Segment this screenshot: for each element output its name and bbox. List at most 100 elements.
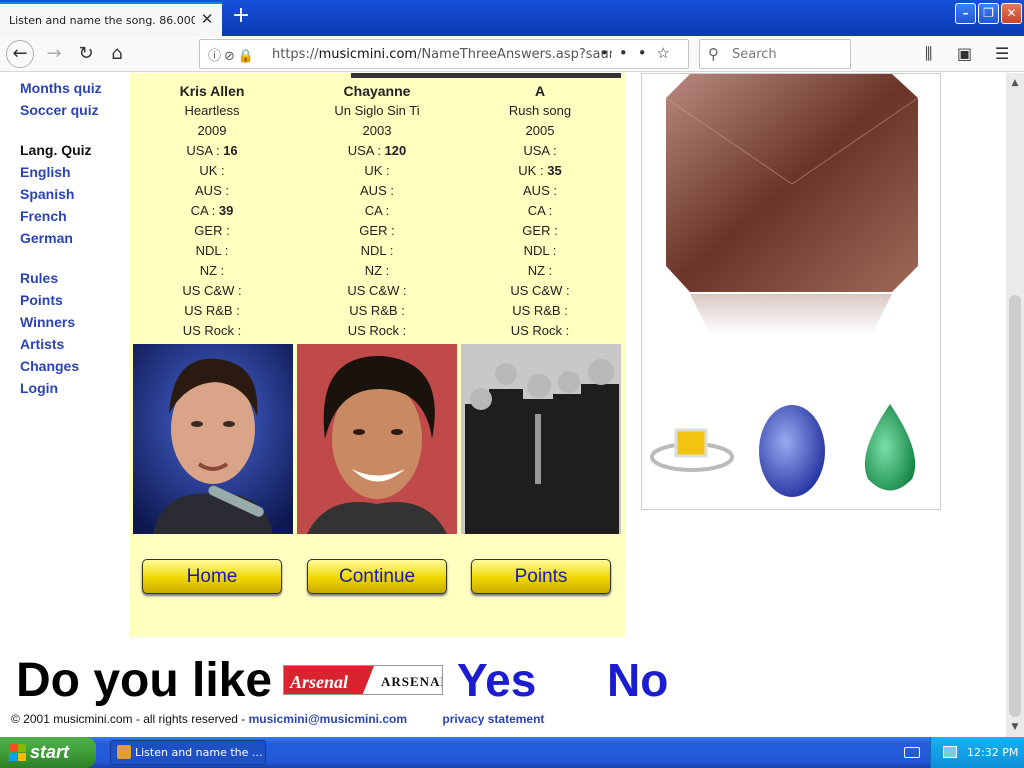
home-button[interactable]: Home [142,559,282,594]
chart-position-row: NZ : [132,261,292,281]
sidebar-item-login[interactable]: Login [20,380,58,396]
song-title: Heartless [184,103,240,118]
chart-position-row: US C&W : [460,281,620,301]
back-arrow-icon[interactable]: ← [6,40,34,68]
chart-position-row: AUS : [132,181,292,201]
yes-link[interactable]: Yes [457,653,536,707]
chart-label: US R&B : [512,303,568,318]
sidebar-item-changes[interactable]: Changes [20,358,79,374]
close-tab-icon[interactable]: ✕ [198,10,216,28]
reload-icon[interactable]: ↻ [72,40,100,68]
chart-position-row: USA : [460,141,620,161]
taskbar: start Listen and name the ... 12:32 PM [0,737,1024,768]
start-button[interactable]: start [0,737,96,768]
poll-question: Do you like [16,654,273,707]
chart-label: NZ : [527,263,553,278]
chart-position-row: USA : 120 [297,141,457,161]
sidebar-item-english[interactable]: English [20,164,71,180]
keyboard-icon[interactable] [904,747,920,758]
url-text: https://musicmini.com/NameThreeAnswers.a… [272,47,612,62]
chart-position-row: NDL : [460,241,620,261]
browser-tab[interactable]: Listen and name the song. 86.000 songs ✕ [0,2,222,36]
chart-label: NDL : [195,243,229,258]
email-link[interactable]: musicmini@musicmini.com [249,712,407,726]
home-icon[interactable]: ⌂ [103,40,131,68]
artist-photo-1[interactable] [133,344,293,534]
menu-icon[interactable]: ☰ [995,44,1009,63]
song-column-2: Chayanne Un Siglo Sin Ti 2003 USA : 120 UK :… [297,81,457,341]
chart-label: US Rock : [510,323,570,338]
chart-label: CA : [364,203,390,218]
clock[interactable]: 12:32 PM [967,746,1018,759]
song-year: 2009 [197,123,227,138]
scroll-down-icon[interactable]: ▼ [1007,719,1023,735]
chart-value: 35 [547,163,562,178]
team-logo[interactable]: Arsenal ARSENAL [283,665,443,695]
chart-label: US C&W : [347,283,407,298]
chart-label: NDL : [523,243,557,258]
chart-position-row: GER : [132,221,292,241]
chart-position-row: US R&B : [132,301,292,321]
chart-position-row: NZ : [460,261,620,281]
address-bar[interactable]: ⓘ⊘🔒 https://musicmini.com/NameThreeAnswe… [199,39,689,69]
band-photo-3[interactable] [461,344,621,534]
page-scrollbar[interactable]: ▲ ▼ [1006,73,1024,737]
chart-position-row: NDL : [297,241,457,261]
points-button[interactable]: Points [471,559,611,594]
sidebar-item-artists[interactable]: Artists [20,336,64,352]
privacy-link[interactable]: privacy statement [442,712,544,726]
divider [351,73,621,78]
search-input[interactable]: ⚲ Search [699,39,851,69]
chart-value: 39 [218,203,234,218]
chart-label: AUS : [523,183,557,198]
sidebar-icon[interactable]: ▣ [957,44,972,63]
network-icon[interactable] [943,746,957,758]
sidebar-item-french[interactable]: French [20,208,67,224]
continue-button[interactable]: Continue [307,559,447,594]
new-tab-icon[interactable]: + [228,4,254,30]
forward-arrow-icon[interactable]: → [40,40,68,68]
chart-position-row: US Rock : [297,321,457,341]
artist-photo-2[interactable] [297,344,457,534]
chart-position-row: CA : [460,201,620,221]
sidebar-item-german[interactable]: German [20,230,73,246]
scrollbar-thumb[interactable] [1009,295,1021,717]
no-link[interactable]: No [607,653,668,707]
artist-name: Chayanne [343,83,411,99]
search-icon: ⚲ [708,45,719,63]
chart-position-row: UK : [132,161,292,181]
tab-title: Listen and name the song. 86.000 songs [9,13,195,27]
page-actions-icon[interactable]: •••☆ [600,44,680,62]
close-window-icon[interactable]: ✕ [1001,3,1022,24]
taskbar-item-browser[interactable]: Listen and name the ... [110,740,266,765]
sidebar-item-winners[interactable]: Winners [20,314,75,330]
sidebar-item-months-quiz[interactable]: Months quiz [20,80,102,96]
sidebar-item-rules[interactable]: Rules [20,270,58,286]
advertisement[interactable] [641,73,941,510]
chart-position-row: US C&W : [297,281,457,301]
library-icon[interactable]: ⫼ [925,44,932,64]
search-placeholder: Search [732,47,777,62]
chart-position-row: USA : 16 [132,141,292,161]
chart-label: UK : [364,163,390,178]
browser-navbar: ← → ↻ ⌂ ⓘ⊘🔒 https://musicmini.com/NameTh… [0,36,1024,72]
firefox-icon [117,745,131,759]
chart-position-row: US R&B : [297,301,457,321]
chart-position-row: US Rock : [460,321,620,341]
artist-name: A [534,83,546,99]
chart-position-row: CA : 39 [132,201,292,221]
sidebar-item-spanish[interactable]: Spanish [20,186,74,202]
sidebar-item-soccer-quiz[interactable]: Soccer quiz [20,102,99,118]
restore-icon[interactable]: ❐ [978,3,999,24]
chart-label: CA : [527,203,553,218]
sidebar-item-points[interactable]: Points [20,292,63,308]
minimize-icon[interactable]: – [955,3,976,24]
site-info-icon[interactable]: ⓘ⊘🔒 [208,45,257,64]
chart-label: CA : [190,203,216,218]
chart-label: USA : [347,143,381,158]
chart-label: GER : [522,223,558,238]
scroll-up-icon[interactable]: ▲ [1007,75,1023,91]
song-title: Rush song [508,103,572,118]
footer: © 2001 musicmini.com - all rights reserv… [11,712,544,726]
chart-label: GER : [194,223,230,238]
